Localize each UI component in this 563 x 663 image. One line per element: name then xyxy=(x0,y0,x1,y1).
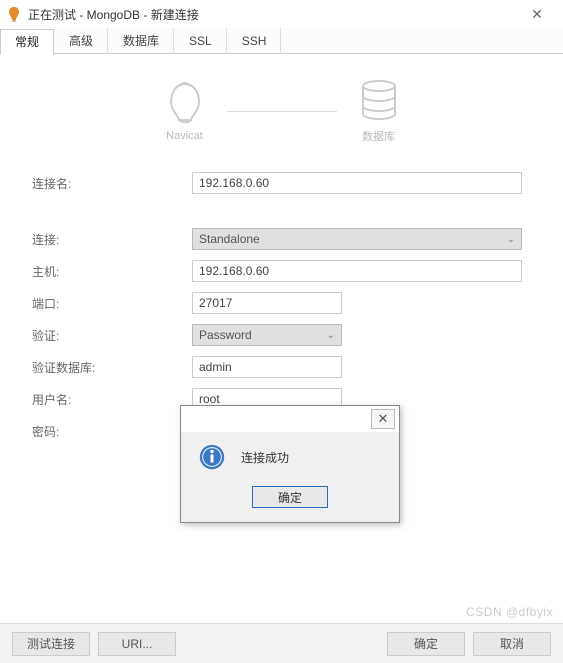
label-conn-name: 连接名: xyxy=(32,175,192,192)
database-icon xyxy=(355,78,403,122)
label-connection: 连接: xyxy=(32,231,192,248)
connection-name-input[interactable] xyxy=(192,172,522,194)
connection-type-select[interactable]: Standalone ⌄ xyxy=(192,228,522,250)
chevron-down-icon: ⌄ xyxy=(507,234,515,245)
test-connection-button[interactable]: 测试连接 xyxy=(12,632,90,656)
dialog-close-icon[interactable]: ✕ xyxy=(371,409,395,429)
chevron-down-icon: ⌄ xyxy=(327,330,335,341)
window-titlebar: 正在测试 - MongoDB - 新建连接 ✕ xyxy=(0,0,563,28)
tab-bar: 常规 高级 数据库 SSL SSH xyxy=(0,28,563,54)
diagram-right-label: 数据库 xyxy=(362,128,395,144)
result-dialog: ✕ 连接成功 确定 xyxy=(180,405,400,523)
tab-general[interactable]: 常规 xyxy=(0,29,54,55)
dialog-message: 连接成功 xyxy=(241,449,289,466)
tab-database[interactable]: 数据库 xyxy=(108,28,174,54)
host-input[interactable] xyxy=(192,260,522,282)
app-icon xyxy=(6,6,22,22)
auth-value: Password xyxy=(199,328,252,342)
connection-type-value: Standalone xyxy=(199,232,260,246)
window-title: 正在测试 - MongoDB - 新建连接 xyxy=(28,6,517,23)
diagram-left-label: Navicat xyxy=(166,130,203,142)
watermark: CSDN @dfbyix xyxy=(466,605,553,619)
dialog-ok-button[interactable]: 确定 xyxy=(252,486,328,508)
connection-diagram: Navicat 数据库 xyxy=(32,78,531,144)
tab-ssh[interactable]: SSH xyxy=(227,28,282,54)
label-username: 用户名: xyxy=(32,391,192,408)
footer-bar: 测试连接 URI... 确定 取消 xyxy=(0,623,563,663)
uri-button[interactable]: URI... xyxy=(98,632,176,656)
auth-select[interactable]: Password ⌄ xyxy=(192,324,342,346)
label-password: 密码: xyxy=(32,423,192,440)
label-host: 主机: xyxy=(32,263,192,280)
tab-ssl[interactable]: SSL xyxy=(174,28,227,54)
port-input[interactable] xyxy=(192,292,342,314)
label-port: 端口: xyxy=(32,295,192,312)
info-icon xyxy=(197,442,227,472)
close-icon[interactable]: ✕ xyxy=(517,6,557,23)
diagram-line xyxy=(227,111,337,112)
dialog-titlebar: ✕ xyxy=(181,406,399,432)
navicat-icon xyxy=(161,80,209,124)
tab-advanced[interactable]: 高级 xyxy=(54,28,108,54)
label-auth-db: 验证数据库: xyxy=(32,359,192,376)
label-auth: 验证: xyxy=(32,327,192,344)
auth-db-input[interactable] xyxy=(192,356,342,378)
cancel-button[interactable]: 取消 xyxy=(473,632,551,656)
ok-button[interactable]: 确定 xyxy=(387,632,465,656)
